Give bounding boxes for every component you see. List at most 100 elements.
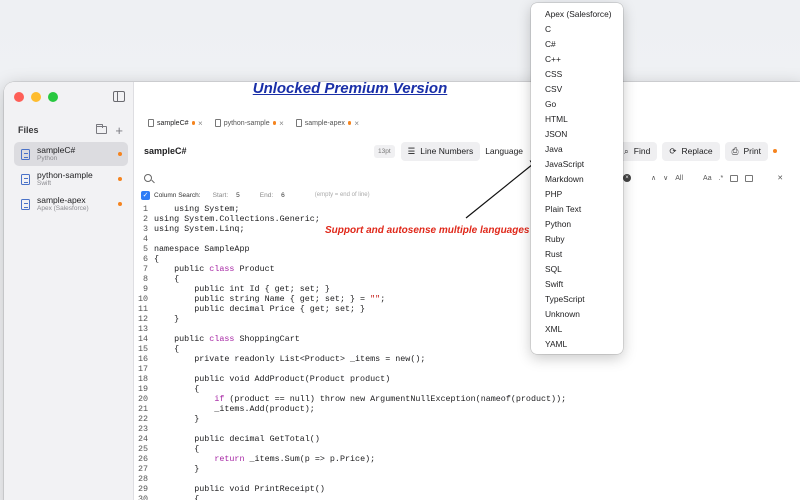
document-icon: [21, 173, 30, 185]
language-option[interactable]: HTML: [531, 112, 623, 127]
language-option[interactable]: CSV: [531, 82, 623, 97]
start-column-field[interactable]: 5: [236, 192, 240, 199]
add-file-icon[interactable]: +: [115, 124, 123, 137]
whole-word-icon[interactable]: [730, 174, 739, 182]
replace-button[interactable]: ⟳ Replace: [662, 141, 720, 161]
line-source: }: [154, 464, 200, 474]
tab-sample-apex[interactable]: sample-apex ×: [292, 117, 363, 130]
code-line: 11 public decimal Price { get; set; }: [134, 304, 800, 314]
language-option[interactable]: Python: [531, 217, 623, 232]
code-line: 2 using System.Collections.Generic;: [134, 214, 800, 224]
code-line: 9 public int Id { get; set; }: [134, 284, 800, 294]
line-number: 21: [137, 404, 148, 414]
line-number: 5: [142, 244, 148, 254]
next-match-icon[interactable]: ∨: [663, 174, 668, 182]
language-option[interactable]: JSON: [531, 127, 623, 142]
start-label: Start:: [212, 191, 229, 199]
new-folder-icon[interactable]: [96, 124, 108, 134]
language-option[interactable]: Rust: [531, 247, 623, 262]
sidebar-file-python-sample[interactable]: python-sample Swift: [14, 167, 128, 191]
close-search-icon[interactable]: ✕: [777, 174, 783, 182]
language-option[interactable]: C++: [531, 52, 623, 67]
line-source: public class ShoppingCart: [154, 334, 300, 344]
font-size-badge[interactable]: 13pt: [374, 144, 395, 158]
line-source: {: [154, 254, 160, 264]
clear-search-icon[interactable]: ×: [623, 174, 631, 182]
find-label: Find: [633, 146, 651, 156]
language-option[interactable]: YAML: [531, 337, 623, 352]
regex-button[interactable]: .*: [719, 175, 724, 182]
file-name: sample-apex: [37, 195, 86, 205]
tab-label: sampleC#: [157, 119, 189, 127]
language-option[interactable]: XML: [531, 322, 623, 337]
language-option[interactable]: Swift: [531, 277, 623, 292]
file-name: sampleC#: [37, 145, 76, 155]
code-line: 10 public string Name { get; set; } = ""…: [134, 294, 800, 304]
previous-match-icon[interactable]: ∧: [651, 174, 656, 182]
language-dropdown-menu: Apex (Salesforce) C C# C++ CSS CSV Go HTML JSON J…: [531, 3, 623, 354]
language-selector[interactable]: Language: [485, 146, 523, 156]
close-tab-icon[interactable]: ×: [279, 119, 284, 128]
sidebar-file-samplecsharp[interactable]: sampleC# Python: [14, 142, 128, 166]
column-search-label: Column Search:: [154, 191, 201, 199]
tab-python-sample[interactable]: python-sample ×: [211, 117, 288, 130]
column-search-checkbox[interactable]: ✓: [141, 190, 150, 200]
unsaved-dot-icon: [772, 149, 777, 153]
language-option[interactable]: Java: [531, 142, 623, 157]
line-number: 22: [137, 414, 148, 424]
language-option[interactable]: Unknown: [531, 307, 623, 322]
annotation-text: Support and autosense multiple languages: [325, 225, 530, 236]
language-option[interactable]: Go: [531, 97, 623, 112]
language-option[interactable]: C#: [531, 37, 623, 52]
language-option[interactable]: Plain Text: [531, 202, 623, 217]
code-line: 1 using System;: [134, 204, 800, 214]
line-source: _items.Add(product);: [154, 404, 315, 414]
all-matches-button[interactable]: All: [675, 175, 683, 182]
search-bar: × ∧ ∨ All Aa .* ✕: [134, 170, 800, 186]
language-option[interactable]: Ruby: [531, 232, 623, 247]
end-column-field[interactable]: 6: [281, 192, 285, 199]
language-option[interactable]: JavaScript: [531, 157, 623, 172]
line-source: return _items.Sum(p => p.Price);: [214, 454, 376, 464]
premium-promo-link[interactable]: Unlocked Premium Version: [0, 80, 800, 97]
line-number: 17: [137, 364, 148, 374]
language-option[interactable]: PHP: [531, 187, 623, 202]
line-source: public class Product: [154, 264, 275, 274]
language-option[interactable]: C: [531, 22, 623, 37]
close-tab-icon[interactable]: ×: [354, 119, 359, 128]
line-source: {: [154, 384, 200, 394]
line-number: 30: [137, 494, 148, 500]
tab-label: python-sample: [223, 119, 270, 127]
selection-icon[interactable]: [745, 174, 754, 182]
line-number: 13: [137, 324, 148, 334]
line-number: 14: [137, 334, 148, 344]
code-line: 26 return _items.Sum(p => p.Price);: [134, 454, 800, 464]
unsaved-dot-icon: [191, 121, 196, 125]
code-line: 24 public decimal GetTotal(): [134, 434, 800, 444]
language-option[interactable]: SQL: [531, 262, 623, 277]
unsaved-dot-icon: [118, 202, 122, 206]
line-numbers-button[interactable]: ☰ Line Numbers: [400, 141, 481, 161]
line-source: public void PrintReceipt(): [154, 484, 325, 494]
language-option[interactable]: CSS: [531, 67, 623, 82]
document-icon: [148, 119, 154, 127]
close-tab-icon[interactable]: ×: [198, 119, 203, 128]
line-number: 10: [137, 294, 148, 304]
print-button[interactable]: ⎙ Print: [724, 141, 768, 161]
code-editor[interactable]: 1 using System; 2 using System.Collections…: [134, 204, 800, 500]
line-number: 23: [137, 424, 148, 434]
line-number: 19: [137, 384, 148, 394]
language-option[interactable]: Markdown: [531, 172, 623, 187]
tab-samplecsharp[interactable]: sampleC# ×: [144, 117, 207, 130]
line-source: using System.Collections.Generic;: [154, 214, 320, 224]
sidebar-file-sample-apex[interactable]: sample-apex Apex (Salesforce): [14, 192, 128, 216]
printer-icon: ⎙: [731, 145, 739, 156]
find-button[interactable]: ⌕ Find: [617, 141, 658, 161]
line-source: {: [154, 444, 200, 454]
line-number: 2: [142, 214, 148, 224]
language-option[interactable]: Apex (Salesforce): [531, 7, 623, 22]
language-option[interactable]: TypeScript: [531, 292, 623, 307]
code-line: 7 public class Product: [134, 264, 800, 274]
match-case-button[interactable]: Aa: [703, 175, 712, 182]
files-title: Files: [18, 125, 39, 135]
